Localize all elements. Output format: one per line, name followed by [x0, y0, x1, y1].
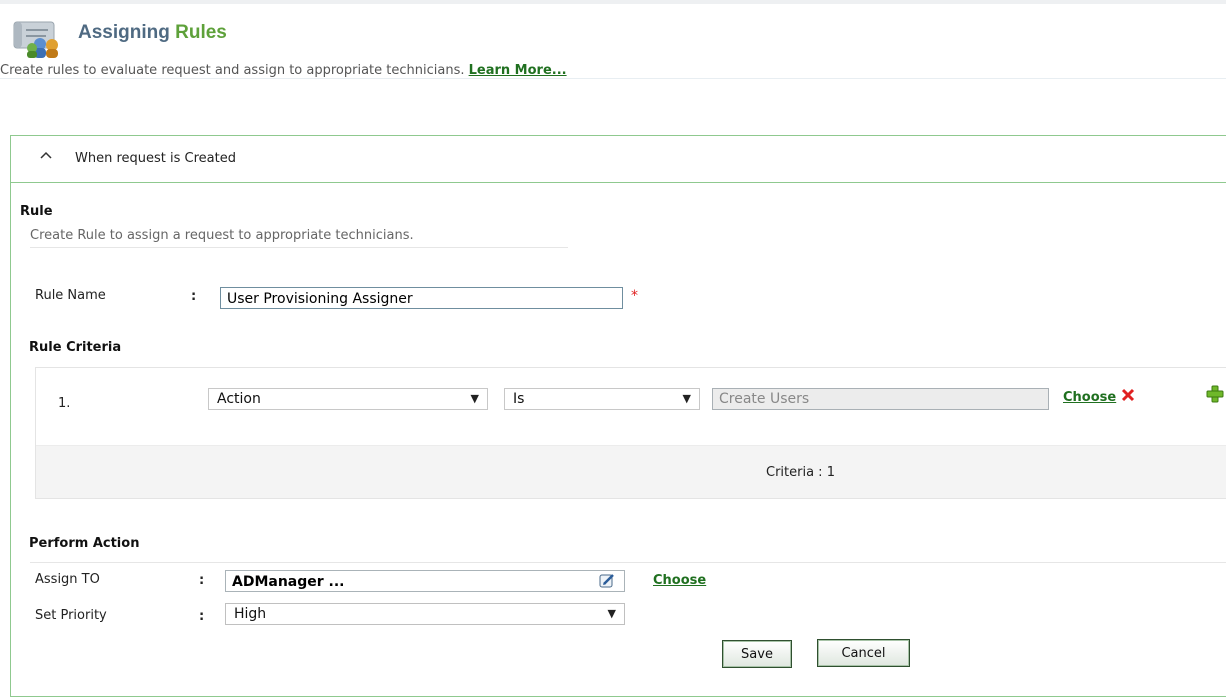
page-title: Assigning Rules — [78, 22, 227, 44]
criteria-value-input[interactable]: Create Users — [712, 388, 1049, 410]
title-part-2: Rules — [175, 22, 227, 43]
rule-name-colon: : — [191, 289, 197, 304]
rule-description: Create Rule to assign a request to appro… — [30, 228, 568, 248]
perform-action-label: Perform Action — [29, 536, 140, 551]
priority-value: High — [234, 606, 267, 622]
set-priority-colon: : — [199, 609, 205, 624]
set-priority-label: Set Priority — [35, 608, 107, 623]
panel-title: When request is Created — [75, 151, 236, 166]
rule-section-label: Rule — [20, 204, 53, 219]
rule-panel: When request is Created Rule Create Rule… — [10, 135, 1226, 697]
criteria-operator-select[interactable]: Is ▼ — [504, 388, 700, 410]
learn-more-link[interactable]: Learn More... — [469, 63, 567, 78]
criteria-row: 1. Action ▼ Is ▼ Create Users Choose — [36, 368, 1226, 446]
assign-to-input[interactable]: ADManager ... — [225, 570, 625, 592]
required-mark: * — [631, 288, 638, 304]
assign-to-colon: : — [199, 573, 205, 588]
criteria-operator-value: Is — [513, 391, 525, 407]
criteria-field-select[interactable]: Action ▼ — [208, 388, 488, 410]
assign-to-choose-link[interactable]: Choose — [653, 573, 706, 588]
subtitle-text: Create rules to evaluate request and ass… — [0, 63, 469, 78]
assign-to-value: ADManager ... — [232, 574, 345, 590]
save-button[interactable]: Save — [722, 640, 792, 668]
assign-to-label: Assign TO — [35, 572, 100, 587]
panel-header[interactable]: When request is Created — [11, 136, 1226, 183]
delete-icon[interactable] — [1120, 387, 1136, 403]
criteria-box: 1. Action ▼ Is ▼ Create Users Choose Cri… — [35, 367, 1226, 499]
criteria-choose-link[interactable]: Choose — [1063, 390, 1116, 405]
rule-name-input[interactable]: User Provisioning Assigner — [220, 287, 623, 309]
page-subtitle: Create rules to evaluate request and ass… — [0, 63, 567, 78]
chevron-down-icon: ▼ — [607, 607, 616, 620]
chevron-up-icon[interactable] — [39, 149, 53, 164]
top-strip — [0, 0, 1226, 4]
header-divider — [0, 78, 1226, 79]
rule-name-label: Rule Name — [35, 288, 106, 303]
rule-criteria-label: Rule Criteria — [29, 340, 122, 355]
chevron-down-icon: ▼ — [470, 392, 479, 405]
edit-pencil-icon[interactable] — [599, 573, 615, 589]
scroll-users-icon — [13, 21, 58, 58]
priority-select[interactable]: High ▼ — [225, 603, 625, 625]
chevron-down-icon: ▼ — [682, 392, 691, 405]
title-part-1: Assigning — [78, 22, 176, 43]
criteria-field-value: Action — [217, 391, 261, 407]
add-icon[interactable] — [1206, 385, 1224, 403]
perform-action-divider — [30, 562, 1226, 563]
cancel-button[interactable]: Cancel — [817, 639, 910, 667]
criteria-count: Criteria : 1 — [766, 465, 835, 480]
criteria-index: 1. — [58, 396, 71, 411]
